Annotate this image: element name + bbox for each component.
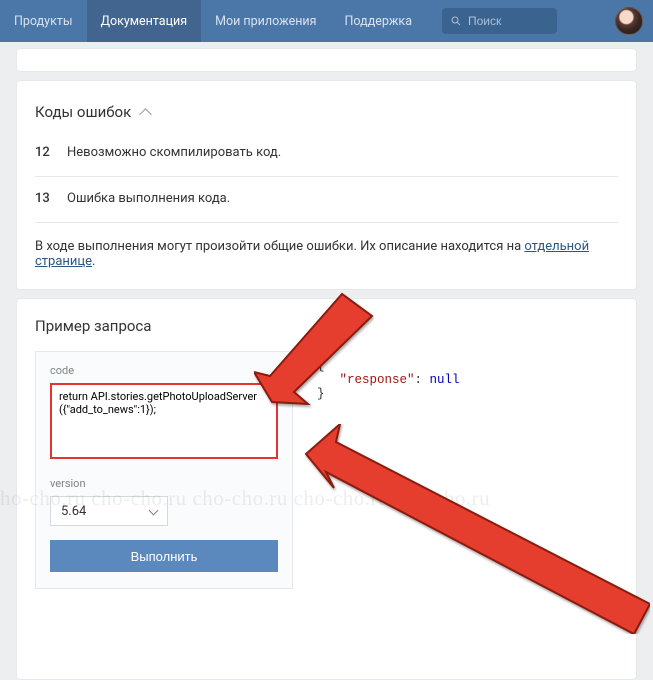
example-title: Пример запроса xyxy=(35,317,151,335)
nav-support[interactable]: Поддержка xyxy=(330,0,426,42)
error-codes-title: Коды ошибок xyxy=(35,103,131,121)
chevron-down-icon xyxy=(149,505,159,515)
top-nav: Продукты Документация Мои приложения Под… xyxy=(0,0,653,42)
example-request-card: Пример запроса code return API.stories.g… xyxy=(16,298,637,680)
scroll-fragment-card xyxy=(16,48,637,72)
search-input[interactable] xyxy=(468,14,548,28)
nav-products[interactable]: Продукты xyxy=(0,0,87,42)
version-select[interactable]: 5.64 xyxy=(50,496,168,526)
run-button[interactable]: Выполнить xyxy=(50,540,278,572)
error-codes-header[interactable]: Коды ошибок xyxy=(35,103,618,121)
code-input[interactable]: return API.stories.getPhotoUploadServer(… xyxy=(50,383,278,459)
error-row: 13 Ошибка выполнения кода. xyxy=(35,177,618,206)
avatar[interactable] xyxy=(615,7,643,35)
nav-documentation[interactable]: Документация xyxy=(87,0,202,42)
version-value: 5.64 xyxy=(61,504,86,519)
nav-my-apps[interactable]: Мои приложения xyxy=(201,0,330,42)
error-codes-card: Коды ошибок 12 Невозможно скомпилировать… xyxy=(16,80,637,290)
error-row: 12 Невозможно скомпилировать код. xyxy=(35,131,618,160)
error-code: 13 xyxy=(35,191,67,206)
code-label: code xyxy=(50,364,278,377)
version-label: version xyxy=(50,477,278,490)
common-errors-note: В ходе выполнения могут произойти общие … xyxy=(35,223,618,271)
chevron-up-icon xyxy=(139,108,152,121)
request-form-panel: code return API.stories.getPhotoUploadSe… xyxy=(35,351,293,589)
error-msg: Невозможно скомпилировать код. xyxy=(67,145,281,160)
error-msg: Ошибка выполнения кода. xyxy=(67,191,230,206)
search-icon xyxy=(450,15,462,27)
error-code: 12 xyxy=(35,145,67,160)
search-box[interactable] xyxy=(442,8,557,34)
response-output: { "response": null } xyxy=(317,359,460,401)
